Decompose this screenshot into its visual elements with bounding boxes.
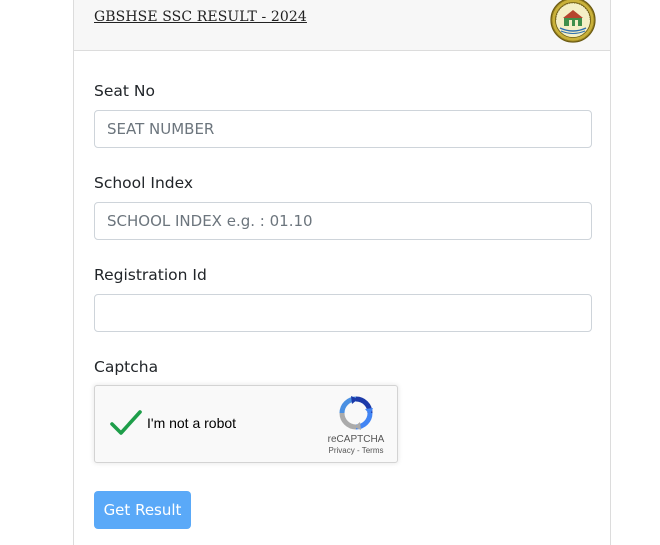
school-index-label: School Index — [94, 174, 194, 192]
seat-no-label: Seat No — [94, 82, 155, 100]
recaptcha-widget: I'm not a robot reCAPTCHA Privacy - Term… — [94, 385, 398, 463]
registration-id-label: Registration Id — [94, 266, 207, 284]
school-index-input[interactable] — [94, 202, 592, 240]
recaptcha-checkbox-label[interactable]: I'm not a robot — [147, 415, 236, 431]
privacy-link[interactable]: Privacy — [329, 446, 355, 455]
recaptcha-links: Privacy - Terms — [311, 446, 401, 455]
registration-id-input[interactable] — [94, 294, 592, 332]
get-result-button[interactable]: Get Result — [94, 491, 191, 529]
recaptcha-logo-icon — [339, 396, 373, 430]
recaptcha-brand-text: reCAPTCHA — [327, 434, 385, 445]
link-separator: - — [354, 446, 362, 455]
result-form-card: GBSHSE SSC RESULT - 2024 Seat No School … — [73, 0, 611, 545]
page-title: GBSHSE SSC RESULT - 2024 — [94, 9, 307, 25]
seat-number-input[interactable] — [94, 110, 592, 148]
captcha-label: Captcha — [94, 358, 159, 376]
card-header: GBSHSE SSC RESULT - 2024 — [74, 0, 610, 51]
terms-link[interactable]: Terms — [362, 446, 384, 455]
checkmark-icon[interactable] — [109, 408, 143, 438]
gbshse-seal-logo-icon — [550, 0, 596, 43]
